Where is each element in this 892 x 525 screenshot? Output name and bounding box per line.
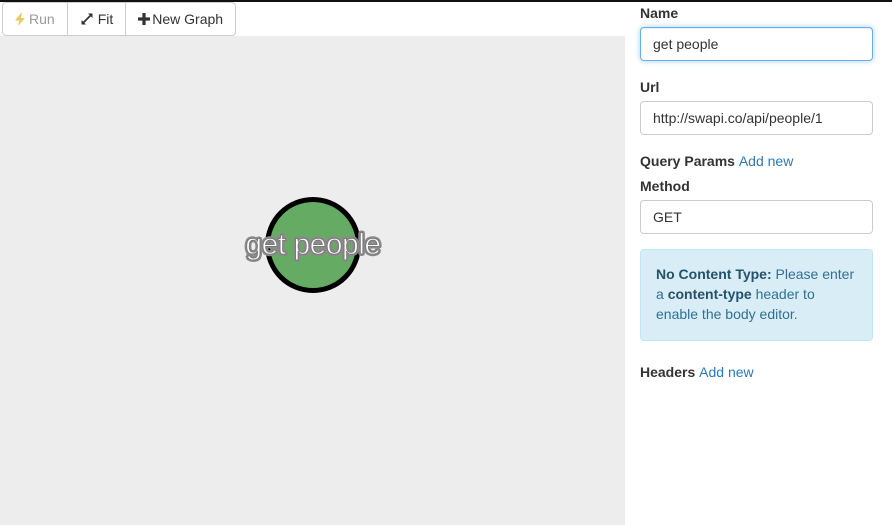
fit-button[interactable]: Fit xyxy=(68,3,127,35)
properties-panel: Name Url Query Params Add new Method No … xyxy=(625,2,892,525)
url-input[interactable] xyxy=(640,101,873,135)
plus-icon xyxy=(138,13,151,25)
headers-row: Headers Add new xyxy=(640,364,754,380)
url-label: Url xyxy=(640,79,660,95)
graph-node[interactable] xyxy=(265,197,361,293)
method-input[interactable] xyxy=(640,200,873,234)
alert-title: No Content Type: xyxy=(656,266,772,282)
lightning-icon xyxy=(15,12,25,26)
alert-keyword: content-type xyxy=(667,286,752,302)
headers-label: Headers xyxy=(640,364,696,380)
new-graph-button-label: New Graph xyxy=(152,11,224,27)
no-content-type-alert: No Content Type: Please enter a content-… xyxy=(640,249,873,341)
graph-toolbar: Run Fit New Graph xyxy=(2,2,237,36)
run-button[interactable]: Run xyxy=(3,3,68,35)
fit-button-label: Fit xyxy=(97,11,114,27)
run-button-label: Run xyxy=(29,11,55,27)
headers-add-link[interactable]: Add new xyxy=(699,364,753,380)
method-label: Method xyxy=(640,178,690,194)
expand-icon xyxy=(80,12,94,26)
name-label: Name xyxy=(640,5,679,21)
query-params-label: Query Params xyxy=(640,153,735,169)
query-params-row: Query Params Add new xyxy=(640,153,793,169)
new-graph-button[interactable]: New Graph xyxy=(126,3,235,35)
name-input[interactable] xyxy=(640,27,873,61)
query-params-add-link[interactable]: Add new xyxy=(739,153,793,169)
